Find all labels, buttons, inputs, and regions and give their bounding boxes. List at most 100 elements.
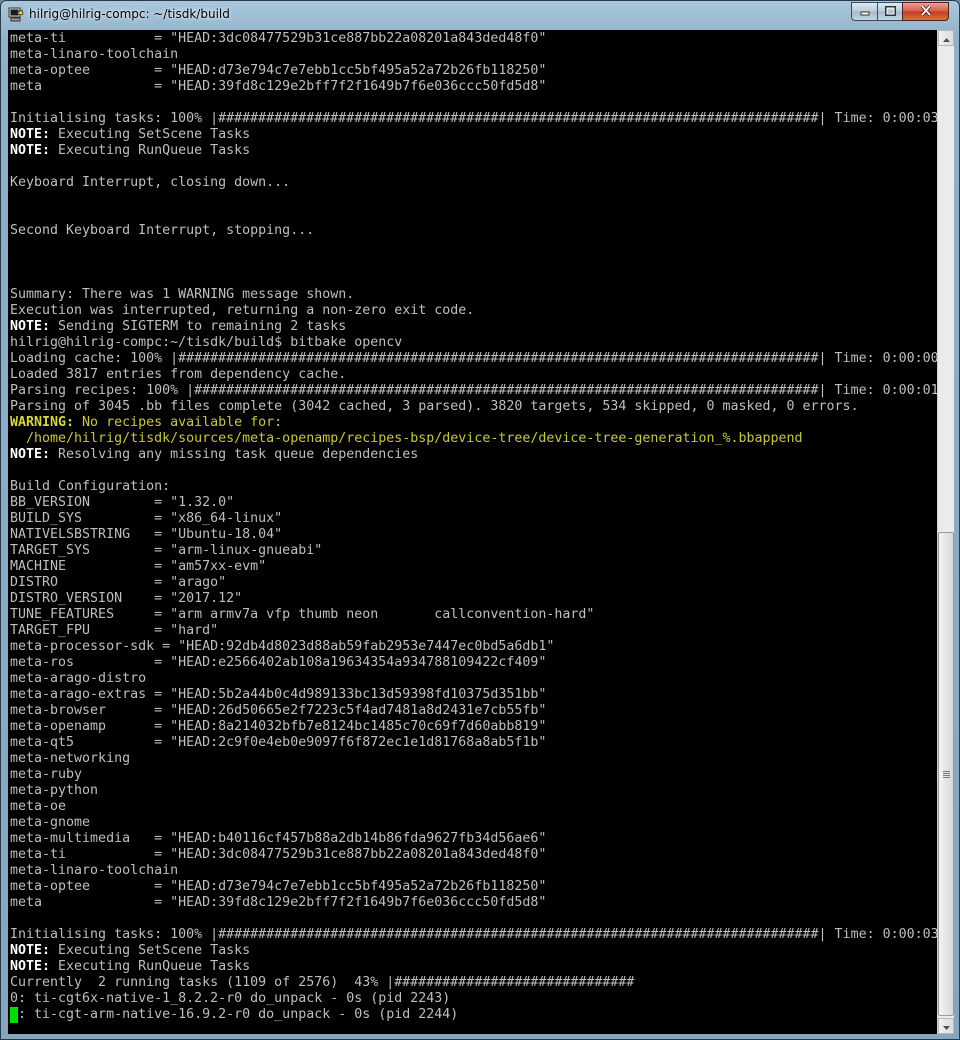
- arrow-down-icon: [942, 1017, 950, 1035]
- terminal-line: NOTE: Executing SetScene Tasks: [10, 943, 937, 959]
- terminal-line: meta-python: [10, 783, 937, 799]
- terminal-line: NOTE: Resolving any missing task queue d…: [10, 447, 937, 463]
- arrow-up-icon: [942, 29, 950, 47]
- terminal-line: Loaded 3817 entries from dependency cach…: [10, 367, 937, 383]
- terminal-text: meta-ruby: [10, 767, 83, 782]
- terminal-line: Summary: There was 1 WARNING message sho…: [10, 287, 937, 303]
- terminal-line: 0: ti-cgt6x-native-1_8.2.2-r0 do_unpack …: [10, 991, 937, 1007]
- terminal-line: TUNE_FEATURES = "arm armv7a vfp thumb ne…: [10, 607, 937, 623]
- terminal-line: Initialising tasks: 100% |##############…: [10, 111, 937, 127]
- minimize-button[interactable]: [851, 2, 878, 21]
- terminal-line: BB_VERSION = "1.32.0": [10, 495, 937, 511]
- terminal-text: Build Configuration:: [10, 479, 171, 494]
- terminal-text: Executing SetScene Tasks: [50, 943, 251, 958]
- terminal-line: Currently 2 running tasks (1109 of 2576)…: [10, 975, 937, 991]
- terminal-line: meta-gnome: [10, 815, 937, 831]
- maximize-icon: [884, 3, 896, 21]
- terminal-text: Execution was interrupted, returning a n…: [10, 303, 475, 318]
- terminal-line: hilrig@hilrig-compc:~/tisdk/build$ bitba…: [10, 335, 937, 351]
- terminal-line: meta = "HEAD:39fd8c129e2bff7f2f1649b7f6e…: [10, 79, 937, 95]
- terminal-text: Loaded 3817 entries from dependency cach…: [10, 367, 347, 382]
- terminal-line: meta-processor-sdk = "HEAD:92db4d8023d88…: [10, 639, 937, 655]
- scrollbar-thumb[interactable]: [938, 532, 954, 1016]
- terminal-line: meta-ruby: [10, 767, 937, 783]
- terminal-line: meta-arago-extras = "HEAD:5b2a44b0c4d989…: [10, 687, 937, 703]
- terminal-line: meta-qt5 = "HEAD:2c9f0e4eb0e9097f6f872ec…: [10, 735, 937, 751]
- terminal-text: TARGET_FPU = "hard": [10, 623, 219, 638]
- terminal-text: meta = "HEAD:39fd8c129e2bff7f2f1649b7f6e…: [10, 895, 547, 910]
- terminal-text: meta-multimedia = "HEAD:b40116cf457b88a2…: [10, 831, 547, 846]
- terminal-line: meta-optee = "HEAD:d73e794c7e7ebb1cc5bf4…: [10, 63, 937, 79]
- terminal-line: Build Configuration:: [10, 479, 937, 495]
- terminal-text: meta-ti = "HEAD:3dc08477529b31ce887bb22a…: [10, 31, 547, 46]
- terminal-line: meta-ros = "HEAD:e2566402ab108a19634354a…: [10, 655, 937, 671]
- terminal-line: Loading cache: 100% |###################…: [10, 351, 937, 367]
- terminal-text: 0: ti-cgt6x-native-1_8.2.2-r0 do_unpack …: [10, 991, 451, 1006]
- terminal-line: 1: ti-cgt-arm-native-16.9.2-r0 do_unpack…: [10, 1007, 937, 1023]
- terminal-text: Currently 2 running tasks (1109 of 2576)…: [10, 975, 937, 990]
- terminal-output[interactable]: meta-ti = "HEAD:3dc08477529b31ce887bb22a…: [8, 30, 937, 1034]
- terminal-line: NOTE: Executing SetScene Tasks: [10, 127, 937, 143]
- terminal-line: Keyboard Interrupt, closing down...: [10, 175, 937, 191]
- terminal-text: meta-python: [10, 783, 99, 798]
- terminal-line: meta-linaro-toolchain: [10, 47, 937, 63]
- terminal-text: Keyboard Interrupt, closing down...: [10, 175, 291, 190]
- terminal-text: Parsing of 3045 .bb files complete (3042…: [10, 399, 859, 414]
- terminal-text-yellow: /home/hilrig/tisdk/sources/meta-openamp/…: [10, 431, 803, 446]
- terminal-line: meta-openamp = "HEAD:8a214032bfb7e8124bc…: [10, 719, 937, 735]
- terminal-text: meta-oe: [10, 799, 67, 814]
- terminal-text: meta-arago-extras = "HEAD:5b2a44b0c4d989…: [10, 687, 547, 702]
- terminal-line: NATIVELSBSTRING = "Ubuntu-18.04": [10, 527, 937, 543]
- terminal-line: meta-ti = "HEAD:3dc08477529b31ce887bb22a…: [10, 31, 937, 47]
- terminal-line: meta = "HEAD:39fd8c129e2bff7f2f1649b7f6e…: [10, 895, 937, 911]
- close-button[interactable]: [902, 2, 949, 21]
- terminal-line: BUILD_SYS = "x86_64-linux": [10, 511, 937, 527]
- terminal-text: meta-gnome: [10, 815, 91, 830]
- terminal-line: meta-multimedia = "HEAD:b40116cf457b88a2…: [10, 831, 937, 847]
- terminal-text: Initialising tasks: 100% |##############…: [10, 111, 937, 126]
- title-bar[interactable]: hilrig@hilrig-compc: ~/tisdk/build: [1, 1, 959, 30]
- maximize-button[interactable]: [877, 2, 903, 21]
- terminal-text-yellow: No recipes available for:: [74, 415, 283, 430]
- window-title: hilrig@hilrig-compc: ~/tisdk/build: [29, 7, 230, 21]
- terminal-text-bold: NOTE:: [10, 943, 51, 958]
- terminal-text: Resolving any missing task queue depende…: [50, 447, 419, 462]
- terminal-text: meta-networking: [10, 751, 131, 766]
- terminal-text: meta-linaro-toolchain: [10, 47, 179, 62]
- terminal-text-bold: NOTE:: [10, 319, 51, 334]
- scroll-down-button[interactable]: [938, 1018, 954, 1034]
- terminal-text: meta-optee = "HEAD:d73e794c7e7ebb1cc5bf4…: [10, 63, 547, 78]
- terminal-line: meta-linaro-toolchain: [10, 863, 937, 879]
- terminal-line: meta-oe: [10, 799, 937, 815]
- terminal-line: DISTRO = "arago": [10, 575, 937, 591]
- terminal-line: Initialising tasks: 100% |##############…: [10, 927, 937, 943]
- terminal-text: meta-qt5 = "HEAD:2c9f0e4eb0e9097f6f872ec…: [10, 735, 547, 750]
- terminal-text-bold: NOTE:: [10, 127, 51, 142]
- terminal-line: /home/hilrig/tisdk/sources/meta-openamp/…: [10, 431, 937, 447]
- terminal-text: 1: ti-cgt-arm-native-16.9.2-r0 do_unpack…: [10, 1007, 459, 1022]
- terminal-text: MACHINE = "am57xx-evm": [10, 559, 267, 574]
- terminal-line: NOTE: Executing RunQueue Tasks: [10, 143, 937, 159]
- terminal-cursor: [10, 1007, 18, 1023]
- terminal-line: NOTE: Sending SIGTERM to remaining 2 tas…: [10, 319, 937, 335]
- vertical-scrollbar[interactable]: [937, 30, 954, 1034]
- terminal-text: Executing SetScene Tasks: [50, 127, 251, 142]
- putty-terminal-icon[interactable]: [8, 7, 24, 23]
- terminal-text: hilrig@hilrig-compc:~/tisdk/build$ bitba…: [10, 335, 403, 350]
- scroll-up-button[interactable]: [938, 30, 954, 46]
- terminal-text: DISTRO = "arago": [10, 575, 227, 590]
- terminal-text: meta-arago-distro: [10, 671, 147, 686]
- terminal-text: meta-browser = "HEAD:26d50665e2f7223c5f4…: [10, 703, 547, 718]
- terminal-text: Executing RunQueue Tasks: [50, 143, 251, 158]
- terminal-line: Execution was interrupted, returning a n…: [10, 303, 937, 319]
- terminal-line: Parsing recipes: 100% |#################…: [10, 383, 937, 399]
- terminal-text: BB_VERSION = "1.32.0": [10, 495, 235, 510]
- terminal-line: WARNING: No recipes available for:: [10, 415, 937, 431]
- terminal-text: BUILD_SYS = "x86_64-linux": [10, 511, 283, 526]
- terminal-line: Second Keyboard Interrupt, stopping...: [10, 223, 937, 239]
- terminal-text: Second Keyboard Interrupt, stopping...: [10, 223, 315, 238]
